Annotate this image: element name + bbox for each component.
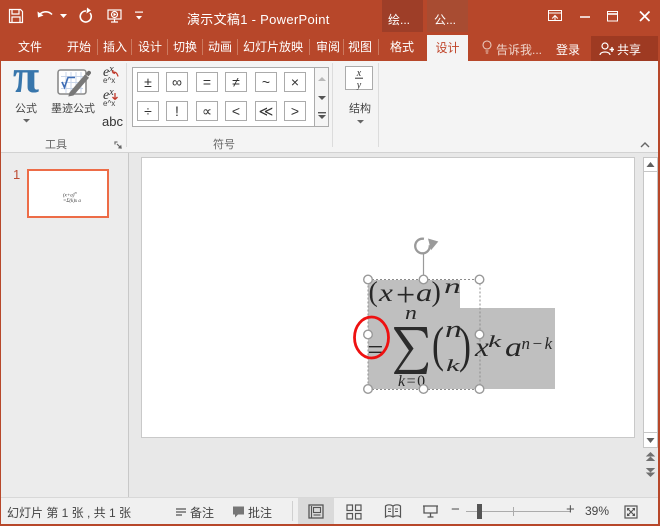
svg-text:y: y <box>356 80 362 90</box>
svg-text:x: x <box>356 68 362 79</box>
